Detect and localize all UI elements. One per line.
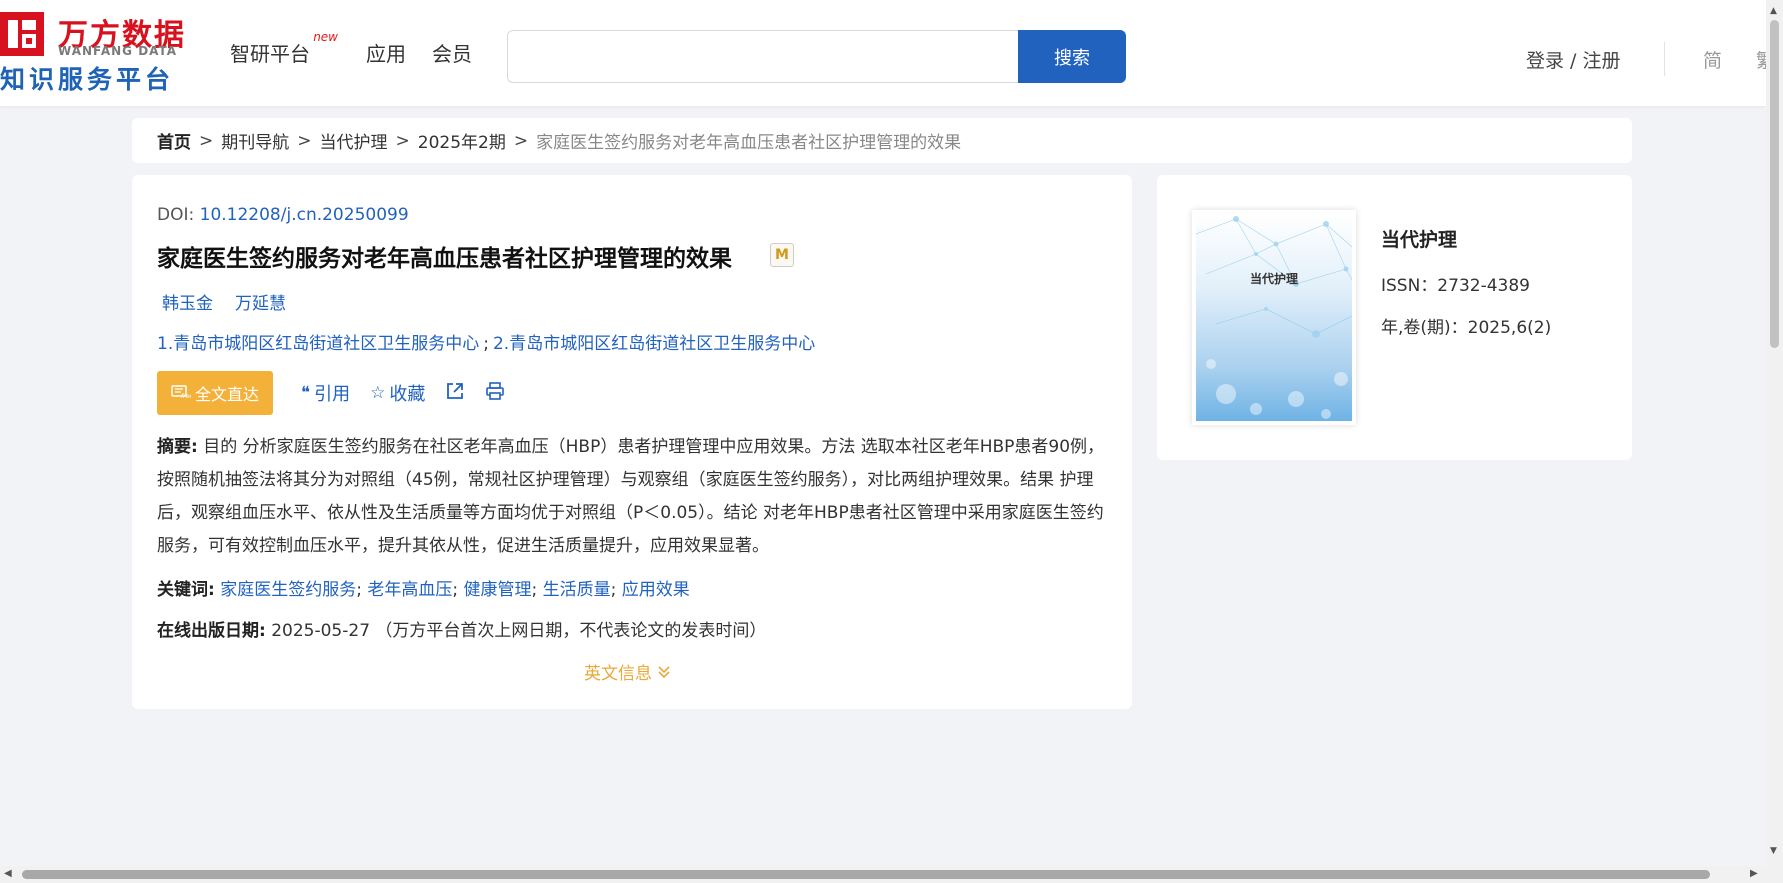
english-info-toggle[interactable]: 英文信息 — [584, 659, 671, 684]
nav-item-membership[interactable]: 会员 — [432, 38, 472, 67]
doi-link[interactable]: 10.12208/j.cn.20250099 — [200, 205, 409, 225]
author-link[interactable]: 韩玉金 — [162, 289, 213, 314]
keywords: 关键词: 家庭医生签约服务; 老年高血压; 健康管理; 生活质量; 应用效果 — [157, 580, 690, 600]
cover-title: 当代护理 — [1249, 272, 1298, 286]
journal-name[interactable]: 当代护理 — [1381, 225, 1457, 252]
print-icon[interactable] — [485, 381, 505, 406]
keyword-link[interactable]: 生活质量 — [543, 580, 611, 600]
nav-item-label: 智研平台 — [230, 42, 310, 66]
affiliation-list: 1.青岛市城阳区红岛街道社区卫生服务中心; 2.青岛市城阳区红岛街道社区卫生服务中… — [157, 329, 815, 354]
journal-issn: ISSN：2732-4389 — [1381, 276, 1530, 296]
article-card: DOI: 10.12208/j.cn.20250099 家庭医生签约服务对老年高… — [132, 175, 1132, 709]
breadcrumb-journal-nav[interactable]: 期刊导航 — [221, 128, 289, 153]
scrollbar-corner — [1766, 866, 1783, 883]
pubdate-value: 2025-05-27 — [271, 621, 371, 641]
cite-label: 引用 — [314, 384, 351, 405]
article-title: 家庭医生签约服务对老年高血压患者社区护理管理的效果 — [157, 246, 732, 272]
breadcrumb-home[interactable]: 首页 — [157, 128, 191, 153]
breadcrumb: 首页 > 期刊导航 > 当代护理 > 2025年2期 > 家庭医生签约服务对老年… — [132, 118, 1632, 163]
favorite-label: 收藏 — [389, 384, 426, 405]
free-access-icon: free — [171, 383, 193, 403]
affiliation-link[interactable]: 2.青岛市城阳区红岛街道社区卫生服务中心 — [493, 334, 815, 354]
scroll-right-icon[interactable]: ▶ — [1750, 868, 1758, 879]
nav-item-apps[interactable]: 应用 — [366, 38, 406, 67]
breadcrumb-separator: > — [297, 130, 312, 151]
logo-english: WANFANG DATA — [58, 44, 178, 58]
author-list: 韩玉金 万延慧 — [162, 289, 286, 314]
journal-card: 当代护理 当代护理 ISSN：2732-4389 年,卷(期)：2025,6(2… — [1157, 175, 1632, 460]
horizontal-scroll-thumb[interactable] — [22, 870, 1710, 879]
scroll-up-icon[interactable]: ▲ — [1770, 6, 1777, 16]
logo-mark-icon — [0, 12, 44, 56]
keyword-link[interactable]: 健康管理 — [464, 580, 532, 600]
doi-line: DOI: 10.12208/j.cn.20250099 — [157, 205, 409, 225]
scroll-down-icon[interactable]: ▼ — [1770, 846, 1777, 856]
header-divider — [1664, 42, 1665, 76]
vertical-scrollbar[interactable]: ▲ ▼ — [1766, 0, 1783, 866]
search-button[interactable]: 搜索 — [1018, 30, 1126, 83]
search-bar: 搜索 — [507, 30, 1127, 83]
abstract: 摘要: 目的 分析家庭医生签约服务在社区老年高血压（HBP）患者护理管理中应用效… — [157, 431, 1113, 563]
fulltext-button[interactable]: free 全文直达 — [157, 371, 273, 415]
quote-icon: ❝ — [301, 383, 311, 403]
breadcrumb-separator: > — [395, 130, 410, 151]
horizontal-scrollbar[interactable]: ◀ ▶ — [0, 866, 1766, 883]
author-link[interactable]: 万延慧 — [235, 289, 286, 314]
keyword-link[interactable]: 老年高血压 — [367, 580, 452, 600]
cite-button[interactable]: ❝ 引用 — [301, 380, 350, 406]
english-info-label: 英文信息 — [584, 664, 652, 684]
doi-label: DOI: — [157, 205, 200, 225]
breadcrumb-journal[interactable]: 当代护理 — [320, 128, 388, 153]
keywords-label: 关键词: — [157, 580, 215, 600]
double-chevron-down-icon — [657, 664, 671, 684]
main-nav: 智研平台 new 应用 会员 — [230, 30, 472, 67]
breadcrumb-issue[interactable]: 2025年2期 — [418, 128, 506, 153]
breadcrumb-current: 家庭医生签约服务对老年高血压患者社区护理管理的效果 — [536, 133, 962, 153]
top-header: 万方数据 WANFANG DATA 知识服务平台 智研平台 new 应用 会员 … — [0, 0, 1766, 106]
article-actions: free 全文直达 ❝ 引用 ☆ 收藏 — [157, 371, 525, 415]
star-icon: ☆ — [370, 383, 386, 403]
svg-text:free: free — [181, 393, 191, 399]
new-badge: new — [313, 30, 338, 44]
keyword-link[interactable]: 家庭医生签约服务 — [220, 580, 356, 600]
favorite-button[interactable]: ☆ 收藏 — [370, 380, 425, 406]
breadcrumb-separator: > — [513, 130, 529, 151]
m-badge-icon[interactable]: M — [770, 243, 794, 267]
share-icon[interactable] — [445, 381, 465, 406]
keyword-link[interactable]: 应用效果 — [622, 580, 690, 600]
journal-volume: 年,卷(期)：2025,6(2) — [1381, 318, 1552, 338]
login-register-link[interactable]: 登录 / 注册 — [1526, 46, 1620, 73]
scroll-left-icon[interactable]: ◀ — [4, 868, 12, 879]
publish-date: 在线出版日期: 2025-05-27 （万方平台首次上网日期，不代表论文的发表时… — [157, 616, 766, 641]
abstract-label: 摘要: — [157, 437, 198, 457]
pubdate-note: （万方平台首次上网日期，不代表论文的发表时间） — [375, 621, 767, 641]
vertical-scroll-thumb[interactable] — [1770, 20, 1779, 348]
lang-simplified[interactable]: 简 — [1703, 46, 1722, 73]
journal-cover[interactable]: 当代护理 — [1192, 210, 1356, 425]
logo-subtitle: 知识服务平台 — [0, 65, 175, 94]
fulltext-label: 全文直达 — [194, 385, 259, 404]
lang-traditional[interactable]: 繁 — [1756, 46, 1766, 73]
abstract-text: 目的 分析家庭医生签约服务在社区老年高血压（HBP）患者护理管理中应用效果。方法… — [157, 437, 1105, 556]
pubdate-label: 在线出版日期: — [157, 621, 266, 641]
wanfang-logo[interactable]: 万方数据 WANFANG DATA 知识服务平台 — [0, 10, 190, 94]
breadcrumb-separator: > — [199, 130, 214, 151]
affiliation-link[interactable]: 1.青岛市城阳区红岛街道社区卫生服务中心 — [157, 334, 479, 354]
affiliation-separator: ; — [483, 334, 489, 354]
search-input[interactable] — [507, 30, 1019, 83]
nav-item-zhiyan[interactable]: 智研平台 new — [230, 30, 338, 67]
